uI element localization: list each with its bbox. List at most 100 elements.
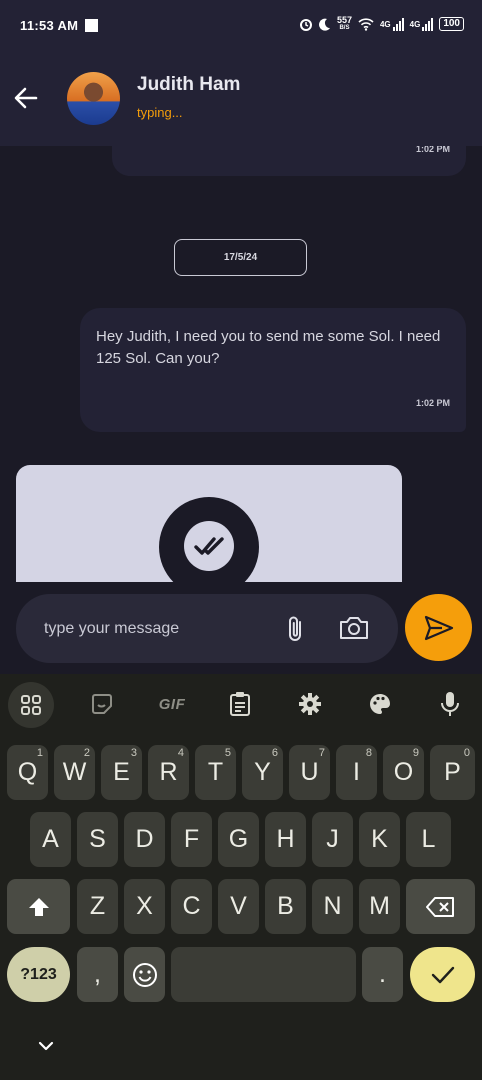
contact-status: typing... [137, 105, 183, 120]
signal1-label: 4G [379, 19, 391, 29]
send-button[interactable] [405, 594, 472, 661]
message-time: 1:02 PM [415, 146, 450, 154]
key-t[interactable]: T5 [195, 745, 236, 800]
gear-icon [299, 693, 321, 715]
settings-button[interactable] [294, 688, 326, 720]
chevron-down-icon [38, 1041, 54, 1051]
check-icon [431, 966, 454, 983]
backspace-icon [425, 896, 454, 917]
shift-icon [28, 897, 49, 916]
clipboard-button[interactable] [224, 688, 256, 720]
key-label: W [62, 758, 87, 786]
key-h[interactable]: H [265, 812, 306, 867]
date-separator: 17/5/24 [174, 239, 307, 276]
emoji-key[interactable] [124, 947, 165, 1002]
notification-icon [85, 19, 98, 32]
key-y[interactable]: Y6 [242, 745, 283, 800]
key-c[interactable]: C [171, 879, 212, 934]
comma-key[interactable]: , [77, 947, 118, 1002]
key-q[interactable]: Q1 [7, 745, 48, 800]
camera-button[interactable] [338, 614, 370, 642]
key-label: E [113, 758, 130, 786]
sticker-button[interactable] [86, 688, 118, 720]
key-k[interactable]: K [359, 812, 400, 867]
key-l[interactable]: L [406, 812, 451, 867]
key-label: R [159, 758, 178, 786]
back-button[interactable] [12, 84, 40, 112]
gif-button[interactable]: GIF [150, 688, 194, 720]
key-p[interactable]: P0 [430, 745, 475, 800]
battery-indicator: 100 [439, 17, 464, 31]
voice-input-button[interactable] [434, 688, 466, 720]
hide-keyboard-button[interactable] [34, 1034, 58, 1058]
keyboard-toolbar: GIF [0, 674, 482, 734]
net-speed-unit: B/S [339, 25, 350, 31]
shift-key[interactable] [7, 879, 70, 934]
key-d[interactable]: D [124, 812, 165, 867]
key-label: Y [254, 758, 271, 786]
key-label: O [393, 758, 414, 786]
key-u[interactable]: U7 [289, 745, 330, 800]
message-time: 1:02 PM [415, 398, 450, 408]
key-s[interactable]: S [77, 812, 118, 867]
key-r[interactable]: R4 [148, 745, 189, 800]
key-v[interactable]: V [218, 879, 259, 934]
check-badge [159, 497, 259, 582]
key-w[interactable]: W2 [54, 745, 95, 800]
key-a[interactable]: A [30, 812, 71, 867]
keyboard: GIF Q1 W2 E3 R4 T5 Y6 U7 I8 O9 P0 A S D … [0, 674, 482, 1080]
wifi-icon [358, 17, 374, 31]
key-hint: 9 [412, 747, 419, 759]
message-input[interactable] [42, 614, 276, 644]
key-hint: 7 [318, 747, 325, 759]
key-label: P [444, 758, 461, 786]
key-hint: 5 [224, 747, 231, 759]
symbols-key[interactable]: ?123 [7, 947, 70, 1002]
camera-icon [340, 617, 368, 639]
message-text: Hey Judith, I need you to send me some S… [96, 328, 441, 367]
sticker-icon [92, 694, 112, 714]
key-hint: 6 [271, 747, 278, 759]
key-hint: 1 [36, 747, 43, 759]
apps-button[interactable] [8, 682, 54, 728]
enter-key[interactable] [410, 947, 475, 1002]
microphone-icon [441, 692, 459, 716]
key-n[interactable]: N [312, 879, 353, 934]
paperclip-icon [289, 616, 301, 641]
key-o[interactable]: O9 [383, 745, 424, 800]
transaction-card[interactable] [16, 465, 402, 582]
grid-icon [21, 695, 41, 715]
key-e[interactable]: E3 [101, 745, 142, 800]
double-check-icon [194, 537, 224, 555]
period-key[interactable]: . [362, 947, 403, 1002]
moon-icon [318, 18, 330, 31]
alarm-icon [299, 19, 312, 31]
key-hint: 3 [130, 747, 137, 759]
theme-button[interactable] [364, 688, 396, 720]
space-key[interactable] [171, 947, 356, 1002]
key-label: T [207, 758, 224, 786]
key-label: Q [17, 758, 38, 786]
chat-area[interactable]: 1:02 PM 17/5/24 Hey Judith, I need you t… [0, 146, 482, 582]
key-j[interactable]: J [312, 812, 353, 867]
key-g[interactable]: G [218, 812, 259, 867]
message-bubble-outgoing[interactable]: Hey Judith, I need you to send me some S… [80, 308, 466, 432]
key-z[interactable]: Z [77, 879, 118, 934]
emoji-icon [132, 962, 157, 987]
backspace-key[interactable] [406, 879, 475, 934]
contact-name: Judith Ham [137, 74, 241, 95]
key-f[interactable]: F [171, 812, 212, 867]
status-icons: 557 B/S 4G 4G 100 [299, 16, 464, 32]
key-x[interactable]: X [124, 879, 165, 934]
status-time: 11:53 AM [20, 18, 79, 33]
key-b[interactable]: B [265, 879, 306, 934]
key-label: U [300, 758, 319, 786]
avatar[interactable] [67, 72, 120, 125]
signal1-icon [392, 17, 404, 31]
key-m[interactable]: M [359, 879, 400, 934]
net-speed: 557 [336, 15, 352, 25]
attach-button[interactable] [283, 614, 309, 644]
arrow-left-icon [14, 87, 38, 109]
key-hint: 2 [83, 747, 90, 759]
key-i[interactable]: I8 [336, 745, 377, 800]
